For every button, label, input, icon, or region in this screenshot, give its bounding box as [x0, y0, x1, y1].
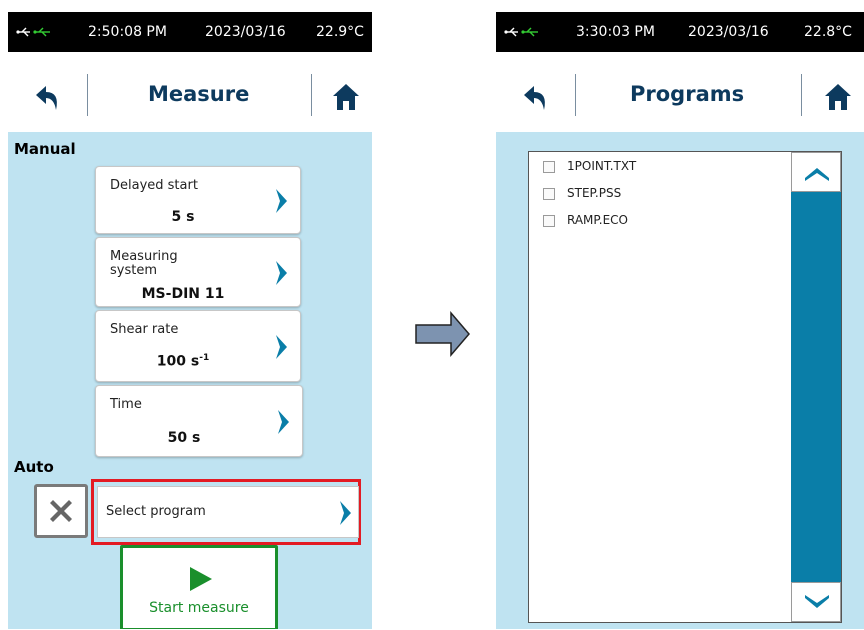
clear-program-button[interactable] [34, 484, 88, 538]
chevron-right-icon [278, 410, 289, 434]
scroll-up-button[interactable] [791, 152, 841, 192]
back-arrow-icon[interactable] [34, 84, 64, 112]
section-label-manual: Manual [14, 140, 76, 158]
back-arrow-icon[interactable] [522, 84, 552, 112]
setting-label: Measuring system [110, 249, 178, 278]
title-separator [87, 74, 88, 116]
status-time: 2:50:08 PM [88, 24, 167, 40]
page-title: Measure [148, 82, 250, 106]
start-measure-button[interactable]: Start measure [120, 545, 278, 629]
programs-screen: 3:30:03 PM 2023/03/16 22.8°C Programs 1P… [496, 12, 864, 629]
setting-label: Delayed start [110, 178, 198, 193]
setting-value: 5 s [171, 209, 195, 225]
chevron-right-icon [340, 501, 351, 525]
home-icon[interactable] [823, 82, 853, 112]
chevron-right-icon [276, 335, 287, 359]
file-checkbox[interactable] [543, 188, 555, 200]
status-date: 2023/03/16 [205, 24, 286, 40]
delayed-start-button[interactable]: Delayed start 5 s [95, 166, 301, 234]
setting-label: Time [110, 397, 142, 412]
scrollbar[interactable] [791, 152, 841, 622]
setting-value-wrapper: 100 s-1 [96, 353, 270, 370]
scroll-down-button[interactable] [791, 582, 841, 622]
usb-icon [504, 27, 538, 37]
start-measure-label: Start measure [149, 600, 249, 616]
setting-value: 100 s [156, 353, 200, 370]
title-bar: Programs [496, 52, 864, 132]
setting-value: MS-DIN 11 [141, 286, 225, 302]
file-name: 1POINT.TXT [567, 159, 637, 173]
measuring-system-button[interactable]: Measuring system MS-DIN 11 [95, 237, 301, 307]
x-icon [50, 500, 72, 522]
measure-screen: 2:50:08 PM 2023/03/16 22.9°C Measure Man… [8, 12, 372, 629]
file-name: RAMP.ECO [567, 213, 629, 227]
status-time: 3:30:03 PM [576, 24, 655, 40]
status-bar: 2:50:08 PM 2023/03/16 22.9°C [8, 12, 372, 52]
home-icon[interactable] [331, 82, 361, 112]
chevron-up-icon [805, 168, 829, 181]
shear-rate-button[interactable]: Shear rate 100 s-1 [95, 310, 301, 382]
setting-value-exponent: -1 [199, 353, 210, 363]
title-separator [311, 74, 312, 116]
page-title: Programs [630, 82, 745, 106]
chevron-down-icon [805, 595, 829, 608]
status-bar: 3:30:03 PM 2023/03/16 22.8°C [496, 12, 864, 52]
program-file-list: 1POINT.TXT STEP.PSS RAMP.ECO [528, 151, 842, 623]
file-name: STEP.PSS [567, 186, 622, 200]
file-checkbox[interactable] [543, 161, 555, 173]
chevron-right-icon [276, 261, 287, 285]
status-temperature: 22.9°C [316, 24, 364, 40]
play-icon [190, 567, 212, 591]
setting-value: 50 s [167, 430, 201, 446]
chevron-right-icon [276, 189, 287, 213]
title-separator [801, 74, 802, 116]
section-label-auto: Auto [14, 458, 54, 476]
setting-label: Shear rate [110, 322, 179, 337]
status-temperature: 22.8°C [804, 24, 852, 40]
right-arrow-icon [415, 311, 470, 357]
time-button[interactable]: Time 50 s [95, 385, 303, 457]
select-program-button[interactable]: Select program [97, 486, 359, 538]
file-checkbox[interactable] [543, 215, 555, 227]
title-separator [575, 74, 576, 116]
usb-icon [16, 27, 50, 37]
select-program-label: Select program [106, 504, 206, 519]
status-date: 2023/03/16 [688, 24, 769, 40]
title-bar: Measure [8, 52, 372, 132]
